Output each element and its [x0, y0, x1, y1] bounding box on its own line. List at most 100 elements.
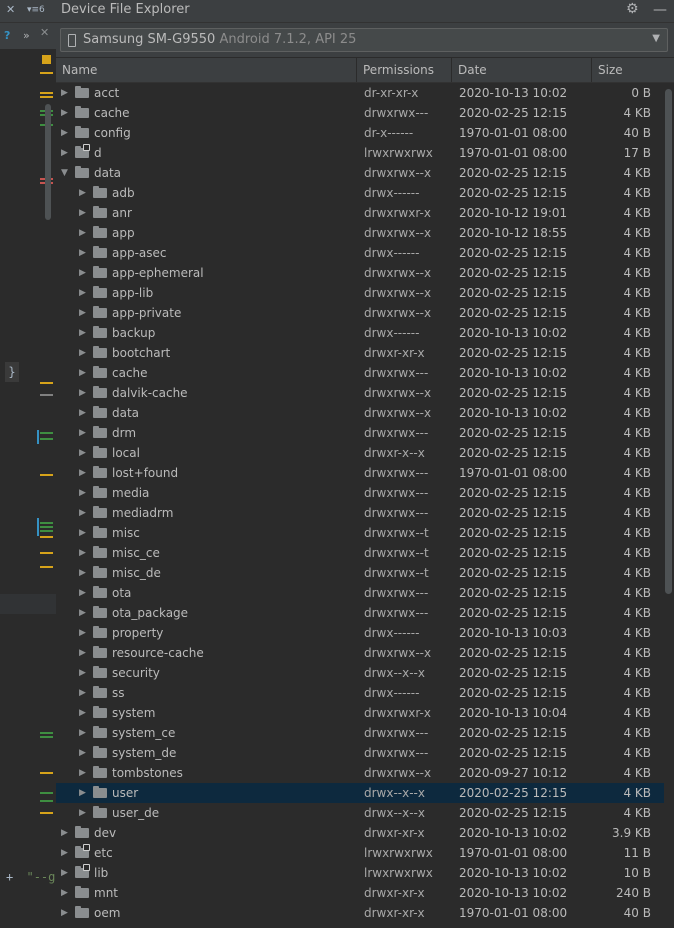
expand-arrow-icon[interactable]: ▶	[61, 823, 68, 843]
file-row[interactable]: ▶ backup drwx------ 2020-10-13 10:02 4 KB	[56, 323, 664, 343]
expand-arrow-icon[interactable]: ▶	[61, 843, 68, 863]
help-icon[interactable]: ?	[4, 29, 10, 42]
file-row[interactable]: ▶ cache drwxrwx--- 2020-02-25 12:15 4 KB	[56, 103, 664, 123]
file-row[interactable]: ▶ drm drwxrwx--- 2020-02-25 12:15 4 KB	[56, 423, 664, 443]
expand-arrow-icon[interactable]: ▶	[79, 663, 86, 683]
file-row[interactable]: ▶ app-asec drwx------ 2020-02-25 12:15 4 KB	[56, 243, 664, 263]
file-row[interactable]: ▶ misc drwxrwx--t 2020-02-25 12:15 4 KB	[56, 523, 664, 543]
file-row[interactable]: ▶ etc lrwxrwxrwx 1970-01-01 08:00 11 B	[56, 843, 664, 863]
expand-arrow-icon[interactable]: ▶	[79, 243, 86, 263]
column-header-date[interactable]: Date	[452, 58, 592, 82]
file-row[interactable]: ▶ dalvik-cache drwxrwx--x 2020-02-25 12:15 4…	[56, 383, 664, 403]
expand-arrow-icon[interactable]: ▶	[79, 383, 86, 403]
file-row[interactable]: ▶ anr drwxrwxr-x 2020-10-12 19:01 4 KB	[56, 203, 664, 223]
close-icon[interactable]: ✕	[40, 26, 49, 39]
column-header-permissions[interactable]: Permissions	[357, 58, 452, 82]
expand-arrow-icon[interactable]: ▶	[79, 603, 86, 623]
expand-arrow-icon[interactable]: ▶	[79, 583, 86, 603]
warning-marker[interactable]	[42, 55, 51, 64]
expand-arrow-icon[interactable]: ▶	[79, 463, 86, 483]
expand-arrow-icon[interactable]: ▶	[79, 403, 86, 423]
chevron-down-icon[interactable]: ▼	[652, 33, 660, 44]
file-row[interactable]: ▶ lib lrwxrwxrwx 2020-10-13 10:02 10 B	[56, 863, 664, 883]
file-row[interactable]: ▶ resource-cache drwxrwx--x 2020-02-25 12:1…	[56, 643, 664, 663]
expand-arrow-icon[interactable]: ▶	[79, 503, 86, 523]
file-row[interactable]: ▶ app drwxrwx--x 2020-10-12 18:55 4 KB	[56, 223, 664, 243]
expand-arrow-icon[interactable]: ▶	[61, 143, 68, 163]
file-row[interactable]: ▶ oem drwxr-xr-x 1970-01-01 08:00 40 B	[56, 903, 664, 923]
editor-scrollbar-thumb[interactable]	[45, 104, 51, 220]
file-row[interactable]: ▶ property drwx------ 2020-10-13 10:03 4 KB	[56, 623, 664, 643]
expand-icon[interactable]: »	[23, 29, 30, 42]
file-row[interactable]: ▶ system_ce drwxrwx--- 2020-02-25 12:15 4 KB	[56, 723, 664, 743]
expand-arrow-icon[interactable]: ▶	[79, 543, 86, 563]
expand-arrow-icon[interactable]: ▶	[79, 303, 86, 323]
file-row[interactable]: ▶ ss drwx------ 2020-02-25 12:15 4 KB	[56, 683, 664, 703]
expand-arrow-icon[interactable]: ▶	[79, 683, 86, 703]
expand-arrow-icon[interactable]: ▶	[79, 723, 86, 743]
file-row[interactable]: ▶ lost+found drwxrwx--- 1970-01-01 08:00 4 K…	[56, 463, 664, 483]
file-row[interactable]: ▶ user_de drwx--x--x 2020-02-25 12:15 4 KB	[56, 803, 664, 823]
file-row[interactable]: ▶ d lrwxrwxrwx 1970-01-01 08:00 17 B	[56, 143, 664, 163]
file-row[interactable]: ▶ ota drwxrwx--- 2020-02-25 12:15 4 KB	[56, 583, 664, 603]
file-row[interactable]: ▶ local drwxr-x--x 2020-02-25 12:15 4 KB	[56, 443, 664, 463]
file-row[interactable]: ▶ misc_de drwxrwx--t 2020-02-25 12:15 4 KB	[56, 563, 664, 583]
file-row[interactable]: ▶ ota_package drwxrwx--- 2020-02-25 12:15 4 …	[56, 603, 664, 623]
device-selector[interactable]: Samsung SM-G9550 Android 7.1.2, API 25 ▼	[60, 28, 668, 52]
expand-arrow-icon[interactable]: ▶	[61, 103, 68, 123]
expand-arrow-icon[interactable]: ▶	[79, 703, 86, 723]
file-row[interactable]: ▶ data drwxrwx--x 2020-10-13 10:02 4 KB	[56, 403, 664, 423]
file-row[interactable]: ▶ misc_ce drwxrwx--t 2020-02-25 12:15 4 KB	[56, 543, 664, 563]
file-row[interactable]: ▶ acct dr-xr-xr-x 2020-10-13 10:02 0 B	[56, 83, 664, 103]
expand-arrow-icon[interactable]: ▶	[79, 623, 86, 643]
expand-arrow-icon[interactable]: ▶	[79, 803, 86, 823]
file-row[interactable]: ▶ system drwxrwxr-x 2020-10-13 10:04 4 KB	[56, 703, 664, 723]
expand-arrow-icon[interactable]: ▶	[79, 283, 86, 303]
file-row[interactable]: ▶ config dr-x------ 1970-01-01 08:00 40 B	[56, 123, 664, 143]
scrollbar-thumb[interactable]	[665, 89, 672, 594]
expand-arrow-icon[interactable]: ▶	[79, 223, 86, 243]
expand-arrow-icon[interactable]: ▶	[79, 183, 86, 203]
file-row[interactable]: ▶ bootchart drwxr-xr-x 2020-02-25 12:15 4 KB	[56, 343, 664, 363]
file-row[interactable]: ▶ cache drwxrwx--- 2020-10-13 10:02 4 KB	[56, 363, 664, 383]
expand-arrow-icon[interactable]: ▶	[61, 83, 68, 103]
file-row[interactable]: ▶ mnt drwxr-xr-x 2020-10-13 10:02 240 B	[56, 883, 664, 903]
expand-arrow-icon[interactable]: ▶	[61, 883, 68, 903]
expand-arrow-icon[interactable]: ▶	[79, 203, 86, 223]
gear-icon[interactable]: ⚙	[626, 1, 639, 17]
file-row[interactable]: ▶ mediadrm drwxrwx--- 2020-02-25 12:15 4 KB	[56, 503, 664, 523]
tab-list-icon[interactable]: ▾≡6	[27, 5, 45, 15]
expand-arrow-icon[interactable]: ▶	[79, 563, 86, 583]
file-row[interactable]: ▼ data drwxrwx--x 2020-02-25 12:15 4 KB	[56, 163, 664, 183]
expand-arrow-icon[interactable]: ▶	[79, 363, 86, 383]
expand-arrow-icon[interactable]: ▶	[79, 523, 86, 543]
expand-arrow-icon[interactable]: ▶	[79, 323, 86, 343]
expand-arrow-icon[interactable]: ▶	[61, 123, 68, 143]
expand-arrow-icon[interactable]: ▶	[79, 263, 86, 283]
minimize-icon[interactable]: —	[653, 2, 667, 18]
column-header-name[interactable]: Name	[56, 58, 357, 82]
column-header-size[interactable]: Size	[592, 58, 664, 82]
expand-arrow-icon[interactable]: ▶	[79, 423, 86, 443]
expand-arrow-icon[interactable]: ▶	[61, 903, 68, 923]
expand-arrow-icon[interactable]: ▶	[79, 643, 86, 663]
expand-arrow-icon[interactable]: ▶	[79, 483, 86, 503]
file-row[interactable]: ▶ security drwx--x--x 2020-02-25 12:15 4 KB	[56, 663, 664, 683]
expand-arrow-icon[interactable]: ▶	[61, 863, 68, 883]
expand-arrow-icon[interactable]: ▶	[79, 763, 86, 783]
close-tab-icon[interactable]: ✕	[6, 3, 15, 16]
file-row[interactable]: ▶ adb drwx------ 2020-02-25 12:15 4 KB	[56, 183, 664, 203]
expand-arrow-icon[interactable]: ▶	[79, 343, 86, 363]
file-row[interactable]: ▶ app-lib drwxrwx--x 2020-02-25 12:15 4 KB	[56, 283, 664, 303]
file-row[interactable]: ▶ system_de drwxrwx--- 2020-02-25 12:15 4 KB	[56, 743, 664, 763]
expand-arrow-icon[interactable]: ▶	[79, 743, 86, 763]
collapse-arrow-icon[interactable]: ▼	[61, 163, 68, 183]
expand-arrow-icon[interactable]: ▶	[79, 783, 86, 803]
expand-arrow-icon[interactable]: ▶	[79, 443, 86, 463]
file-row[interactable]: ▶ app-private drwxrwx--x 2020-02-25 12:15 4 …	[56, 303, 664, 323]
file-row[interactable]: ▶ app-ephemeral drwxrwx--x 2020-02-25 12:15…	[56, 263, 664, 283]
file-tree-scrollbar[interactable]	[664, 83, 674, 928]
file-row[interactable]: ▶ media drwxrwx--- 2020-02-25 12:15 4 KB	[56, 483, 664, 503]
file-row[interactable]: ▶ user drwx--x--x 2020-02-25 12:15 4 KB	[56, 783, 664, 803]
file-row[interactable]: ▶ dev drwxr-xr-x 2020-10-13 10:02 3.9 KB	[56, 823, 664, 843]
